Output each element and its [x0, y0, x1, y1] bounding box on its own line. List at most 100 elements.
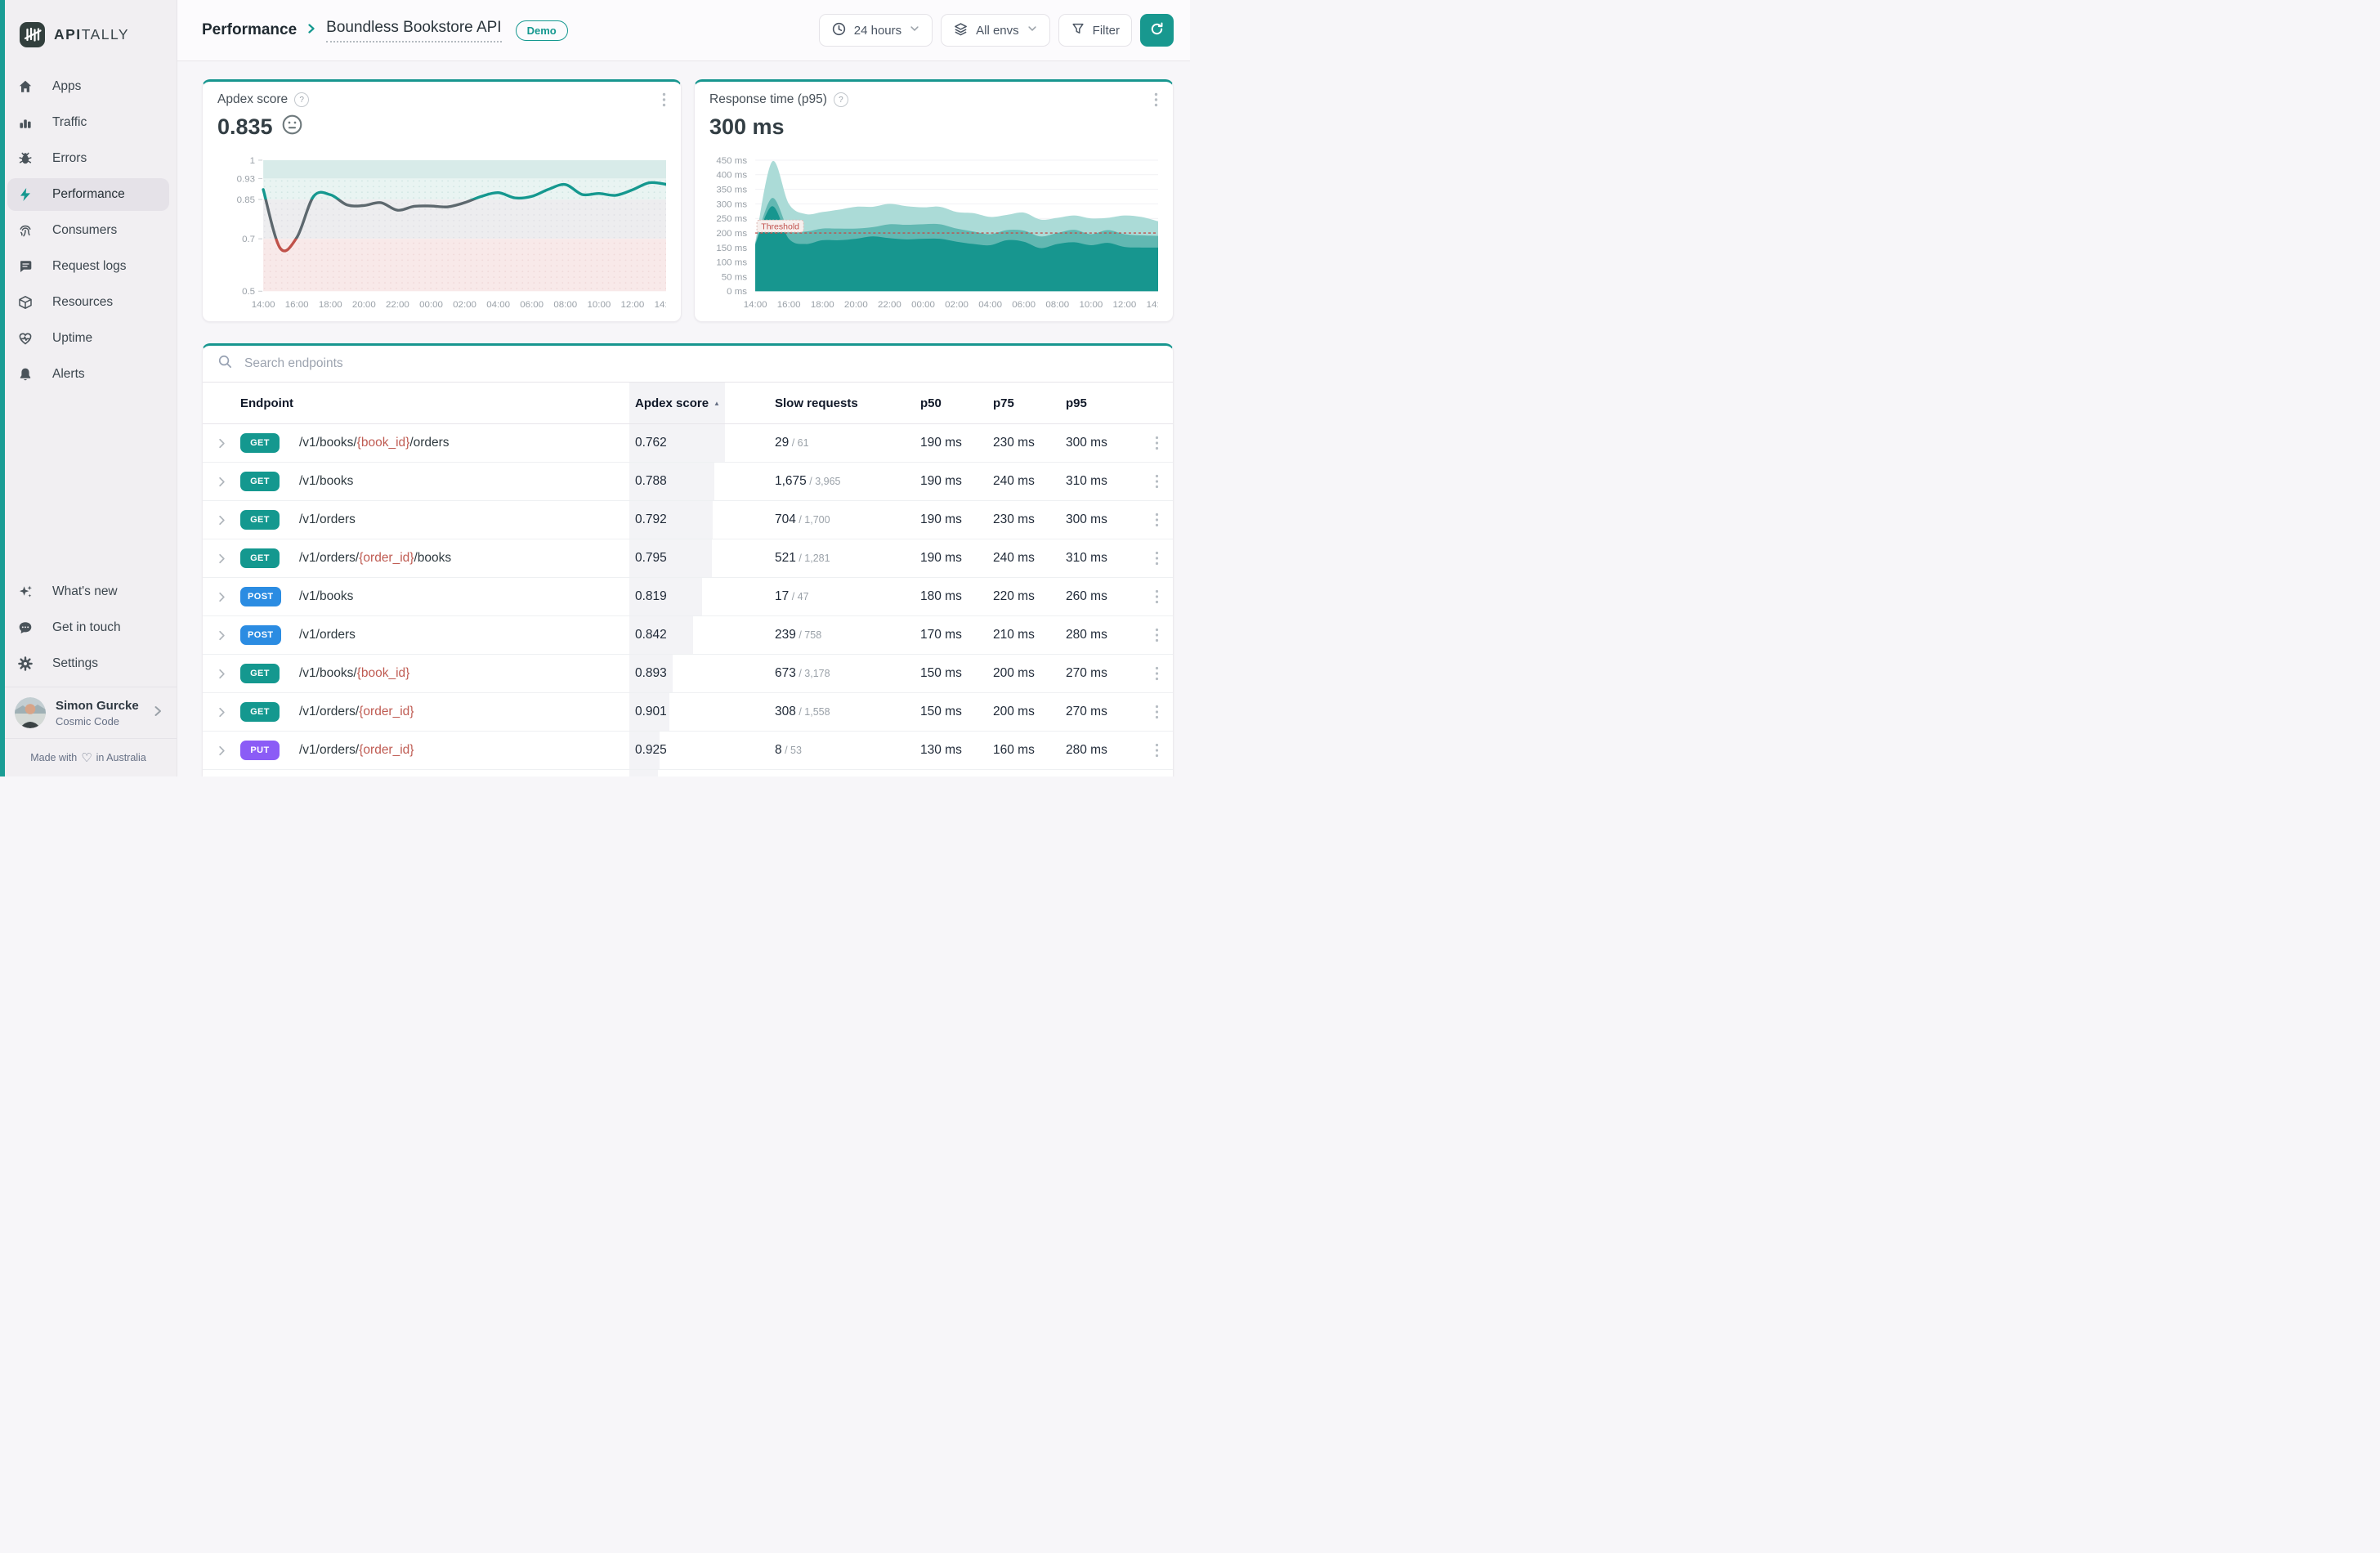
sidebar-item-errors[interactable]: Errors — [7, 142, 169, 175]
sidebar-item-request-logs[interactable]: Request logs — [7, 250, 169, 283]
sidebar-item-label: Resources — [52, 295, 113, 310]
table-row[interactable]: GET /v1/orders/{order_id}/books 0.795 52… — [203, 539, 1173, 578]
sidebar-item-performance[interactable]: Performance — [7, 178, 169, 211]
col-p75[interactable]: p75 — [993, 396, 1066, 410]
svg-text:50 ms: 50 ms — [722, 272, 748, 282]
expand-row-icon[interactable] — [203, 744, 240, 758]
p50-value: 170 ms — [920, 628, 993, 642]
row-menu[interactable] — [1139, 512, 1174, 527]
endpoint-path: /v1/orders/{order_id}/books — [299, 551, 629, 566]
apdex-score-cell: 0.792 — [629, 501, 775, 539]
sidebar-item-traffic[interactable]: Traffic — [7, 106, 169, 139]
table-row[interactable]: PUT /v1/orders/{order_id} 0.925 8 / 53 1… — [203, 732, 1173, 770]
filter-button[interactable]: Filter — [1058, 14, 1132, 47]
search-input[interactable] — [243, 356, 1158, 372]
svg-text:400 ms: 400 ms — [716, 171, 747, 181]
expand-row-icon[interactable] — [203, 629, 240, 642]
table-body: GET /v1/books/{book_id}/orders 0.762 29 … — [203, 424, 1173, 776]
col-slow-requests[interactable]: Slow requests — [775, 396, 920, 410]
apdex-chart: 10.930.850.70.514:0016:0018:0020:0022:00… — [217, 157, 666, 312]
col-p95[interactable]: p95 — [1066, 396, 1139, 410]
expand-row-icon[interactable] — [203, 590, 240, 604]
endpoint-path: /v1/orders/{order_id} — [299, 705, 629, 719]
time-range-dropdown[interactable]: 24 hours — [819, 14, 933, 47]
col-endpoint[interactable]: Endpoint — [240, 396, 629, 410]
sidebar-item-uptime[interactable]: Uptime — [7, 322, 169, 355]
svg-text:02:00: 02:00 — [945, 300, 969, 310]
table-row[interactable]: GET /v1/books 0.788 1,675 / 3,965 190 ms… — [203, 463, 1173, 501]
apdex-score-value: 0.762 — [629, 436, 667, 450]
slow-requests-value: 704 / 1,700 — [775, 512, 920, 527]
svg-text:10:00: 10:00 — [1079, 300, 1103, 310]
user-profile[interactable]: Simon Gurcke Cosmic Code — [0, 687, 177, 739]
expand-row-icon[interactable] — [203, 513, 240, 527]
svg-text:06:00: 06:00 — [520, 300, 544, 310]
svg-text:18:00: 18:00 — [319, 300, 342, 310]
slow-requests-value: 1,675 / 3,965 — [775, 474, 920, 489]
chat-square-icon — [16, 258, 34, 275]
table-row[interactable]: PUT /v1/books/{book_id} 0.929 11 / 75 13… — [203, 770, 1173, 776]
svg-text:00:00: 00:00 — [419, 300, 443, 310]
endpoint-path: /v1/orders — [299, 628, 629, 642]
sidebar-item-resources[interactable]: Resources — [7, 286, 169, 319]
expand-row-icon[interactable] — [203, 667, 240, 681]
help-icon[interactable]: ? — [834, 92, 848, 107]
svg-text:22:00: 22:00 — [386, 300, 409, 310]
refresh-button[interactable] — [1140, 14, 1174, 47]
slow-requests-value: 308 / 1,558 — [775, 705, 920, 719]
col-p50[interactable]: p50 — [920, 396, 993, 410]
expand-row-icon[interactable] — [203, 475, 240, 489]
apitally-logo[interactable]: APITALLY — [0, 15, 177, 51]
apdex-card-menu[interactable] — [662, 92, 666, 107]
search-row — [203, 346, 1173, 383]
chevron-down-icon — [909, 23, 920, 38]
env-dropdown[interactable]: All envs — [941, 14, 1050, 47]
response-time-card: Response time (p95) ? 300 ms 450 ms400 m… — [694, 79, 1174, 322]
expand-row-icon[interactable] — [203, 552, 240, 566]
breadcrumb-app-selector[interactable]: Boundless Bookstore API — [326, 19, 501, 43]
sidebar-item-whats-new[interactable]: What's new — [7, 575, 169, 608]
sidebar-item-get-in-touch[interactable]: Get in touch — [7, 611, 169, 644]
row-menu[interactable] — [1139, 705, 1174, 719]
apdex-score-cell: 0.929 — [629, 770, 775, 776]
table-row[interactable]: GET /v1/orders 0.792 704 / 1,700 190 ms … — [203, 501, 1173, 539]
row-menu[interactable] — [1139, 436, 1174, 450]
apdex-score-cell: 0.795 — [629, 539, 775, 577]
response-card-menu[interactable] — [1154, 92, 1158, 107]
col-apdex-score[interactable]: Apdex score▲ — [629, 383, 775, 423]
gear-icon — [16, 656, 34, 673]
svg-text:16:00: 16:00 — [285, 300, 309, 310]
endpoint-path: /v1/orders — [299, 512, 629, 527]
svg-text:200 ms: 200 ms — [716, 229, 747, 239]
row-menu[interactable] — [1139, 589, 1174, 604]
table-row[interactable]: GET /v1/orders/{order_id} 0.901 308 / 1,… — [203, 693, 1173, 732]
p50-value: 180 ms — [920, 589, 993, 604]
table-row[interactable]: GET /v1/books/{book_id} 0.893 673 / 3,17… — [203, 655, 1173, 693]
expand-row-icon[interactable] — [203, 705, 240, 719]
p95-value: 310 ms — [1066, 474, 1139, 489]
apdex-score-cell: 0.819 — [629, 578, 775, 615]
sidebar-item-alerts[interactable]: Alerts — [7, 358, 169, 391]
help-icon[interactable]: ? — [294, 92, 309, 107]
table-row[interactable]: POST /v1/books 0.819 17 / 47 180 ms 220 … — [203, 578, 1173, 616]
svg-text:250 ms: 250 ms — [716, 214, 747, 224]
row-menu[interactable] — [1139, 474, 1174, 489]
table-row[interactable]: POST /v1/orders 0.842 239 / 758 170 ms 2… — [203, 616, 1173, 655]
row-menu[interactable] — [1139, 666, 1174, 681]
svg-text:08:00: 08:00 — [1045, 300, 1069, 310]
expand-row-icon[interactable] — [203, 436, 240, 450]
table-row[interactable]: GET /v1/books/{book_id}/orders 0.762 29 … — [203, 424, 1173, 463]
sidebar-item-settings[interactable]: Settings — [7, 647, 169, 680]
fingerprint-icon — [16, 222, 34, 239]
row-menu[interactable] — [1139, 551, 1174, 566]
endpoint-path: /v1/books/{book_id}/orders — [299, 436, 629, 450]
apdex-score-cell: 0.901 — [629, 693, 775, 731]
sidebar-item-consumers[interactable]: Consumers — [7, 214, 169, 247]
row-menu[interactable] — [1139, 743, 1174, 758]
svg-text:14:00: 14:00 — [655, 300, 666, 310]
row-menu[interactable] — [1139, 628, 1174, 642]
sidebar-item-apps[interactable]: Apps — [7, 70, 169, 103]
apdex-score-value: 0.901 — [629, 705, 667, 719]
method-badge: POST — [240, 587, 281, 606]
main-area: Performance Boundless Bookstore API Demo… — [177, 0, 1190, 776]
